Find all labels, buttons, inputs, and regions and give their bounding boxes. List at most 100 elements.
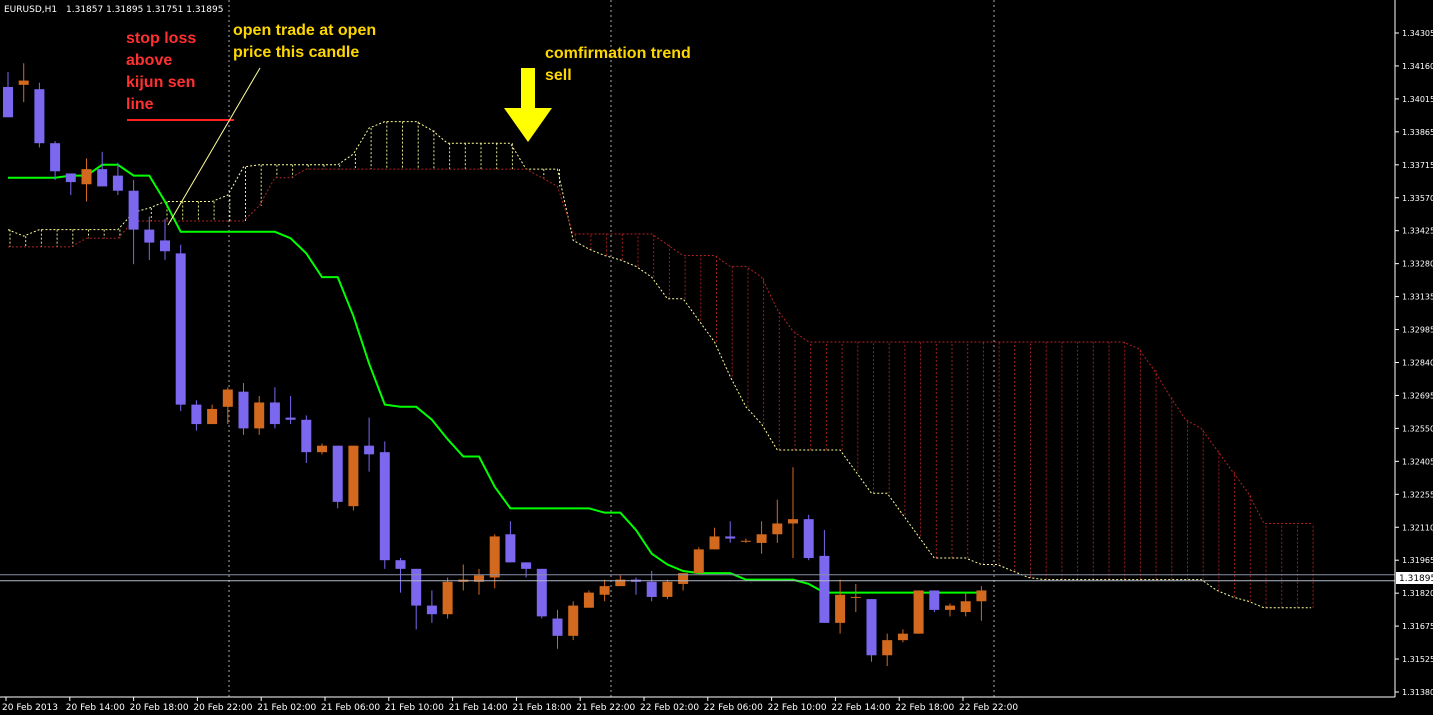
candle-body-37 bbox=[583, 592, 594, 608]
x-tick-label-5: 21 Feb 06:00 bbox=[321, 703, 380, 713]
x-tick-label-9: 21 Feb 22:00 bbox=[576, 703, 635, 713]
candle-body-56 bbox=[882, 640, 893, 656]
candle-body-61 bbox=[960, 601, 971, 613]
open-trade-line-2: price this candle bbox=[233, 44, 359, 61]
candle-body-17 bbox=[269, 402, 280, 425]
current-price-tag: 1.31895 bbox=[1396, 572, 1433, 584]
y-tick-label-10: 1.32840 bbox=[1402, 359, 1433, 368]
confirmation-line-2: sell bbox=[545, 67, 572, 84]
y-tick-label-17: 1.31820 bbox=[1402, 589, 1433, 598]
candle-body-24 bbox=[379, 452, 390, 561]
y-tick-label-14: 1.32255 bbox=[1402, 490, 1433, 499]
x-tick-label-12: 22 Feb 10:00 bbox=[768, 703, 827, 713]
y-tick-label-19: 1.31525 bbox=[1402, 655, 1433, 664]
candle-body-52 bbox=[819, 555, 830, 623]
candle-body-21 bbox=[332, 445, 343, 502]
candle-body-4 bbox=[65, 173, 76, 183]
candle-body-49 bbox=[772, 523, 783, 535]
x-tick-label-13: 22 Feb 14:00 bbox=[831, 703, 890, 713]
candle-body-44 bbox=[693, 549, 704, 574]
stop-loss-line-2: above bbox=[126, 52, 172, 69]
stop-loss-line-3: kijun sen bbox=[126, 74, 195, 91]
candle-body-11 bbox=[175, 253, 186, 405]
candle-body-47 bbox=[740, 540, 751, 542]
stop-loss-line-1: stop loss bbox=[126, 30, 196, 47]
candle-body-60 bbox=[945, 605, 955, 610]
y-tick-label-5: 1.33570 bbox=[1402, 194, 1433, 203]
candle-body-2 bbox=[34, 89, 45, 144]
x-tick-label-6: 21 Feb 10:00 bbox=[385, 703, 444, 713]
candle-body-31 bbox=[489, 536, 500, 578]
candle-body-14 bbox=[222, 389, 233, 407]
x-tick-label-11: 22 Feb 06:00 bbox=[704, 703, 763, 713]
symbol-label: EURUSD,H1 bbox=[4, 5, 57, 15]
candle-body-10 bbox=[160, 240, 170, 252]
candle-body-36 bbox=[568, 605, 579, 636]
x-tick-label-2: 20 Feb 18:00 bbox=[130, 703, 189, 713]
candle-body-55 bbox=[866, 599, 877, 656]
candle-body-59 bbox=[929, 590, 940, 610]
candle-body-7 bbox=[112, 175, 123, 191]
x-tick-label-15: 22 Feb 22:00 bbox=[959, 703, 1018, 713]
candle-body-1 bbox=[18, 80, 29, 85]
y-tick-label-2: 1.34015 bbox=[1402, 95, 1433, 104]
y-tick-label-16: 1.31965 bbox=[1402, 556, 1433, 565]
candle-body-28 bbox=[442, 581, 453, 615]
y-tick-label-4: 1.33715 bbox=[1402, 161, 1433, 170]
y-tick-label-6: 1.33425 bbox=[1402, 227, 1433, 236]
candle-body-35 bbox=[552, 618, 563, 636]
price-tag-label: 1.31895 bbox=[1399, 574, 1433, 584]
x-tick-label-4: 21 Feb 02:00 bbox=[257, 703, 316, 713]
candle-body-53 bbox=[835, 594, 846, 623]
candle-body-22 bbox=[348, 445, 359, 507]
y-tick-label-13: 1.32405 bbox=[1402, 457, 1433, 466]
candle-body-15 bbox=[238, 391, 249, 429]
candle-body-8 bbox=[128, 190, 139, 230]
candle-body-50 bbox=[788, 519, 798, 524]
candle-body-3 bbox=[50, 143, 61, 172]
candle-body-25 bbox=[395, 560, 406, 569]
y-tick-label-0: 1.34305 bbox=[1402, 29, 1433, 38]
x-tick-label-7: 21 Feb 14:00 bbox=[449, 703, 508, 713]
x-tick-label-3: 20 Feb 22:00 bbox=[193, 703, 252, 713]
candle-body-5 bbox=[81, 169, 92, 185]
candle-body-48 bbox=[756, 534, 767, 543]
candle-body-38 bbox=[599, 586, 610, 595]
y-tick-label-11: 1.32695 bbox=[1402, 391, 1433, 400]
candle-body-46 bbox=[725, 536, 736, 539]
candle-body-58 bbox=[913, 590, 924, 634]
candle-body-41 bbox=[646, 581, 657, 597]
candle-body-32 bbox=[505, 534, 516, 563]
x-tick-label-0: 20 Feb 2013 bbox=[2, 703, 58, 713]
candle-body-45 bbox=[709, 536, 720, 550]
candle-body-62 bbox=[976, 590, 987, 602]
candle-body-54 bbox=[850, 596, 861, 598]
candle-body-13 bbox=[207, 408, 218, 425]
x-tick-label-8: 21 Feb 18:00 bbox=[512, 703, 571, 713]
candle-body-33 bbox=[521, 562, 532, 569]
x-tick-label-1: 20 Feb 14:00 bbox=[66, 703, 125, 713]
candle-body-34 bbox=[536, 568, 547, 617]
y-tick-label-8: 1.33135 bbox=[1402, 293, 1433, 302]
chart-header: EURUSD,H1 1.31857 1.31895 1.31751 1.3189… bbox=[4, 5, 223, 15]
candle-body-18 bbox=[285, 417, 296, 420]
candle-body-9 bbox=[144, 229, 155, 243]
open-trade-line-1: open trade at open bbox=[233, 22, 376, 39]
candle-body-51 bbox=[803, 519, 814, 559]
candle-body-19 bbox=[301, 419, 312, 453]
x-tick-label-10: 22 Feb 02:00 bbox=[640, 703, 699, 713]
y-tick-label-12: 1.32550 bbox=[1402, 424, 1433, 433]
candle-body-42 bbox=[662, 581, 673, 597]
x-tick-label-14: 22 Feb 18:00 bbox=[895, 703, 954, 713]
candle-body-16 bbox=[254, 402, 265, 429]
y-tick-label-3: 1.33865 bbox=[1402, 128, 1433, 137]
ohlc-label: 1.31857 1.31895 1.31751 1.31895 bbox=[66, 5, 223, 15]
stop-loss-line-4: line bbox=[126, 96, 154, 113]
candle-body-12 bbox=[191, 404, 202, 425]
price-chart[interactable]: 1.34305 1.34160 1.34015 1.33865 1.33715 1.335… bbox=[0, 0, 1433, 715]
candle-body-23 bbox=[364, 445, 375, 455]
y-tick-label-20: 1.31380 bbox=[1402, 688, 1433, 697]
y-tick-label-18: 1.31675 bbox=[1402, 622, 1433, 631]
y-tick-label-15: 1.32110 bbox=[1402, 523, 1433, 532]
chart-background bbox=[0, 0, 1433, 715]
